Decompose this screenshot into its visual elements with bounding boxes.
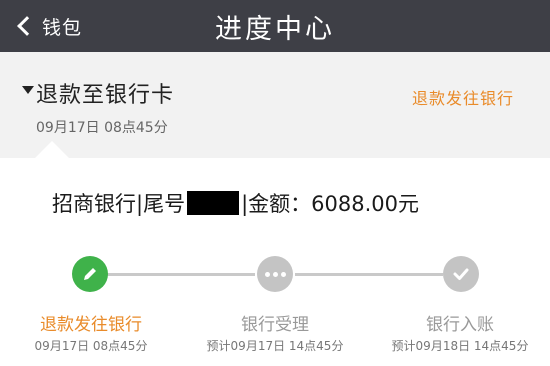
bank-prefix: 招商银行|尾号 <box>52 192 186 216</box>
top-nav-bar: 钱包 进度中心 <box>0 0 550 52</box>
step-node-sent <box>72 256 108 292</box>
refund-title: 退款至银行卡 <box>36 83 175 108</box>
bank-suffix: |金额： <box>241 192 312 216</box>
progress-center-page: 钱包 进度中心 退款至银行卡 退款发往银行 09月17日 08点45分 招商银行… <box>0 0 550 366</box>
step-label-sent: 退款发往银行 <box>40 315 142 335</box>
page-title: 进度中心 <box>215 13 335 45</box>
more-dots-icon <box>264 271 286 277</box>
caret-down-icon[interactable] <box>22 86 34 94</box>
step-time-accepted: 预计09月17日 14点45分 <box>206 339 344 353</box>
refund-header[interactable]: 退款至银行卡 退款发往银行 09月17日 08点45分 <box>0 52 550 158</box>
redacted-card-number <box>187 191 240 215</box>
refund-amount: 6088.00元 <box>311 192 419 216</box>
step-time-credited: 预计09月18日 14点45分 <box>391 339 529 353</box>
progress-track-2 <box>295 273 443 276</box>
step-node-credited <box>443 256 479 292</box>
step-time-sent: 09月17日 08点45分 <box>34 339 148 353</box>
step-label-credited: 银行入账 <box>426 315 494 335</box>
refund-time: 09月17日 08点45分 <box>36 120 168 136</box>
progress-track-1 <box>107 273 255 276</box>
step-label-accepted: 银行受理 <box>241 315 309 335</box>
bank-info: 招商银行|尾号 |金额： 6088.00元 <box>52 188 419 218</box>
pencil-icon <box>84 268 96 280</box>
step-node-accepted <box>257 256 293 292</box>
check-icon <box>453 268 469 280</box>
refund-status: 退款发往银行 <box>411 89 514 108</box>
